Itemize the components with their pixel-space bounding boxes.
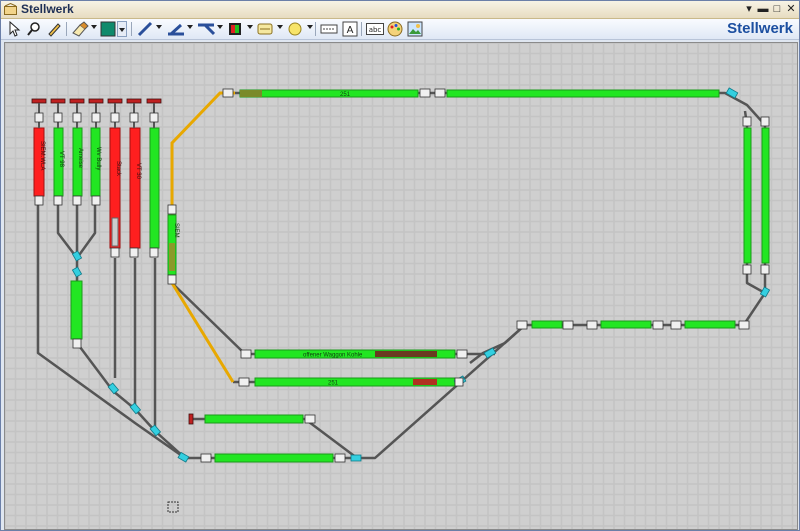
circle-tool-icon[interactable] bbox=[287, 21, 303, 37]
app-icon bbox=[4, 3, 17, 15]
eraser-brush-icon[interactable] bbox=[71, 21, 89, 37]
track-tool-icon[interactable] bbox=[167, 21, 185, 37]
text-box-icon[interactable]: A bbox=[342, 21, 358, 37]
zoom-search-icon[interactable] bbox=[26, 21, 42, 37]
pencil-icon[interactable] bbox=[46, 21, 62, 37]
train-center bbox=[169, 243, 175, 271]
siding-3-label: Ameise bbox=[77, 148, 83, 169]
close-button[interactable]: ✕ bbox=[785, 3, 797, 15]
title-bar: Stellwerk ▾ ▬ □ ✕ bbox=[1, 1, 799, 19]
block-right-inner bbox=[743, 127, 752, 264]
block-bottom-right-1 bbox=[531, 320, 563, 329]
abc-text-icon[interactable]: abc bbox=[366, 21, 384, 37]
siding-4-label: Wv Bully bbox=[95, 147, 101, 170]
window-title: Stellwerk bbox=[21, 2, 74, 16]
menu-dropdown-button[interactable]: ▾ bbox=[743, 3, 755, 15]
block-vertical-center-label: SIEM bbox=[173, 223, 179, 238]
block-bottom-main bbox=[214, 453, 334, 463]
train-top bbox=[240, 90, 262, 97]
siding-6-label: VT 30 bbox=[135, 163, 141, 180]
siding-7-block bbox=[149, 127, 160, 249]
maximize-button[interactable]: □ bbox=[771, 3, 783, 15]
color-fill-icon[interactable] bbox=[100, 21, 116, 37]
select-arrow-icon[interactable] bbox=[7, 21, 21, 37]
toolbar: A abc Stellwerk bbox=[1, 19, 799, 40]
switch-tool-icon[interactable] bbox=[197, 21, 215, 37]
siding-1-label: SIEM.WLA bbox=[39, 141, 45, 170]
block-tool-icon[interactable] bbox=[257, 21, 273, 37]
siding-5-label: Stack bbox=[115, 161, 121, 177]
minimize-button[interactable]: ▬ bbox=[757, 3, 769, 15]
block-lower-short bbox=[204, 414, 304, 424]
block-middle-lower-label: 251 bbox=[328, 381, 339, 387]
block-top-left bbox=[239, 89, 419, 98]
text-label-icon[interactable] bbox=[320, 21, 338, 37]
block-top-right bbox=[446, 89, 720, 98]
block-bottom-right-3 bbox=[684, 320, 736, 329]
siding-2-label: VT 98 bbox=[58, 151, 64, 168]
block-top-label: 251 bbox=[340, 92, 351, 98]
siding-6-block bbox=[129, 127, 141, 249]
block-bottom-right-2 bbox=[600, 320, 652, 329]
brand-label: Stellwerk bbox=[727, 20, 793, 37]
svg-text:abc: abc bbox=[369, 26, 382, 34]
block-middle-upper-label: offener Waggon Kohle bbox=[303, 353, 363, 359]
train-middle-upper bbox=[375, 351, 437, 357]
block-right-outer bbox=[761, 127, 770, 264]
signal-tool-icon[interactable] bbox=[227, 21, 243, 37]
block-vertical-left bbox=[70, 280, 83, 340]
line-tool-icon[interactable] bbox=[137, 21, 153, 37]
train-siding-5 bbox=[111, 217, 119, 247]
color-dropdown-button[interactable] bbox=[117, 21, 127, 37]
image-icon[interactable] bbox=[407, 21, 423, 37]
svg-text:A: A bbox=[347, 25, 354, 36]
train-middle-lower bbox=[413, 379, 437, 385]
track-diagram-canvas[interactable]: 251 offener Waggon Kohle 251 SIEM SIEM.W… bbox=[4, 42, 798, 530]
grid-background bbox=[5, 43, 797, 529]
stellwerk-window: Stellwerk ▾ ▬ □ ✕ A abc Stellwerk 251 of… bbox=[0, 0, 800, 531]
switch-bottom-right bbox=[350, 454, 362, 462]
palette-icon[interactable] bbox=[387, 21, 403, 37]
